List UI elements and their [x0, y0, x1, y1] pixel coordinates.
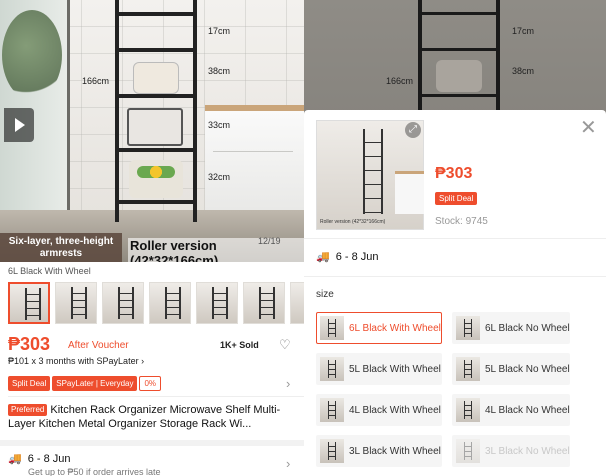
promo-badges[interactable]: Split Deal SPayLater | Everyday 0% — [8, 376, 162, 391]
size-option[interactable]: 5L Black With Wheel — [316, 353, 442, 385]
dim-label: 33cm — [208, 120, 231, 130]
variant-thumbnail[interactable] — [149, 282, 191, 324]
preferred-badge: Preferred — [8, 404, 48, 416]
option-thumbnail — [456, 357, 480, 381]
variant-thumbnails — [8, 282, 304, 326]
shipping-dates: 6 - 8 Jun — [27, 453, 71, 465]
expand-icon[interactable]: ⤢ — [405, 122, 421, 138]
product-image-carousel[interactable]: 166cm 17cm 38cm 33cm 32cm Six-layer, thr… — [0, 0, 304, 262]
split-deal-badge: Split Deal — [435, 192, 478, 205]
option-thumbnail — [456, 439, 480, 463]
truck-icon: 🚚 — [316, 251, 330, 263]
option-label: 4L Black With Wheel — [349, 404, 441, 416]
close-icon[interactable]: ✕ — [580, 118, 597, 138]
dim-label: 38cm — [512, 66, 535, 76]
truck-icon: 🚚 — [8, 453, 22, 465]
product-title: Preferred Kitchen Rack Organizer Microwav… — [8, 403, 298, 431]
option-label: 5L Black With Wheel — [349, 363, 441, 375]
screen: 166cm 17cm 38cm 33cm 32cm Six-layer, thr… — [0, 0, 606, 476]
size-option[interactable]: 6L Black No Wheel — [452, 312, 570, 344]
option-label: 3L Black No Wheel — [485, 445, 570, 457]
sheet-shipping-dates: 6 - 8 Jun — [335, 251, 379, 263]
hero-feature-tag: Six-layer, three-height armrests — [0, 233, 122, 262]
chevron-right-icon[interactable]: › — [286, 456, 290, 471]
dim-label: 17cm — [208, 26, 231, 36]
size-option-disabled: 3L Black No Wheel — [452, 435, 570, 467]
size-option[interactable]: 6L Black With Wheel — [316, 312, 442, 344]
zero-percent-badge: 0% — [139, 376, 162, 391]
product-price: ₱303 — [8, 334, 51, 354]
option-label: 6L Black With Wheel — [349, 322, 441, 334]
dim-label: 32cm — [208, 172, 231, 182]
size-option[interactable]: 4L Black No Wheel — [452, 394, 570, 426]
variant-thumbnail[interactable] — [196, 282, 238, 324]
selected-variant-label: 6L Black With Wheel — [8, 266, 91, 276]
variant-thumbnail[interactable] — [55, 282, 97, 324]
size-option[interactable]: 5L Black No Wheel — [452, 353, 570, 385]
option-label: 6L Black No Wheel — [485, 322, 570, 334]
dim-height-label: 166cm — [386, 76, 414, 86]
sold-count: 1K+ Sold — [220, 340, 259, 350]
variant-thumbnail[interactable] — [290, 282, 304, 324]
variant-thumbnail[interactable] — [8, 282, 50, 324]
play-video-icon[interactable] — [4, 108, 34, 142]
shipping-row[interactable]: 🚚 6 - 8 Jun — [8, 452, 71, 465]
stock-count: Stock: 9745 — [435, 216, 488, 227]
option-thumbnail — [320, 316, 344, 340]
option-label: 3L Black With Wheel — [349, 445, 441, 457]
dim-label: 17cm — [512, 26, 535, 36]
option-thumbnail — [320, 357, 344, 381]
installment-info[interactable]: ₱101 x 3 months with SPayLater › — [8, 356, 144, 366]
sheet-shipping-row: 🚚 6 - 8 Jun — [316, 250, 379, 263]
sheet-image-caption: Roller version (42*32*166cm) — [320, 219, 386, 225]
heart-icon[interactable]: ♡ — [279, 337, 291, 353]
late-delivery-note: Get up to ₱50 if order arrives late — [28, 467, 161, 476]
product-title-text: Kitchen Rack Organizer Microwave Shelf M… — [8, 404, 281, 430]
split-deal-badge: Split Deal — [8, 376, 51, 391]
option-label: 5L Black No Wheel — [485, 363, 570, 375]
rack-illustration — [418, 0, 500, 110]
dim-height-label: 166cm — [82, 76, 110, 86]
option-thumbnail — [320, 439, 344, 463]
after-voucher-label: After Voucher — [68, 340, 129, 351]
spaylater-badge: SPayLater | Everyday — [52, 376, 138, 391]
plant-decoration — [2, 10, 62, 100]
chevron-right-icon[interactable]: › — [286, 376, 290, 391]
option-thumbnail — [456, 398, 480, 422]
sheet-price: ₱303 — [435, 165, 473, 182]
size-option[interactable]: 4L Black With Wheel — [316, 394, 442, 426]
option-label: 4L Black No Wheel — [485, 404, 570, 416]
option-thumbnail — [456, 316, 480, 340]
rack-illustration — [115, 0, 197, 222]
variant-thumbnail[interactable] — [102, 282, 144, 324]
size-option[interactable]: 3L Black With Wheel — [316, 435, 442, 467]
size-section-label: size — [316, 289, 334, 300]
image-counter: 12/19 — [258, 236, 281, 246]
product-detail-page: 166cm 17cm 38cm 33cm 32cm Six-layer, thr… — [0, 0, 304, 476]
option-thumbnail — [320, 398, 344, 422]
dim-label: 38cm — [208, 66, 231, 76]
variant-thumbnail[interactable] — [243, 282, 285, 324]
